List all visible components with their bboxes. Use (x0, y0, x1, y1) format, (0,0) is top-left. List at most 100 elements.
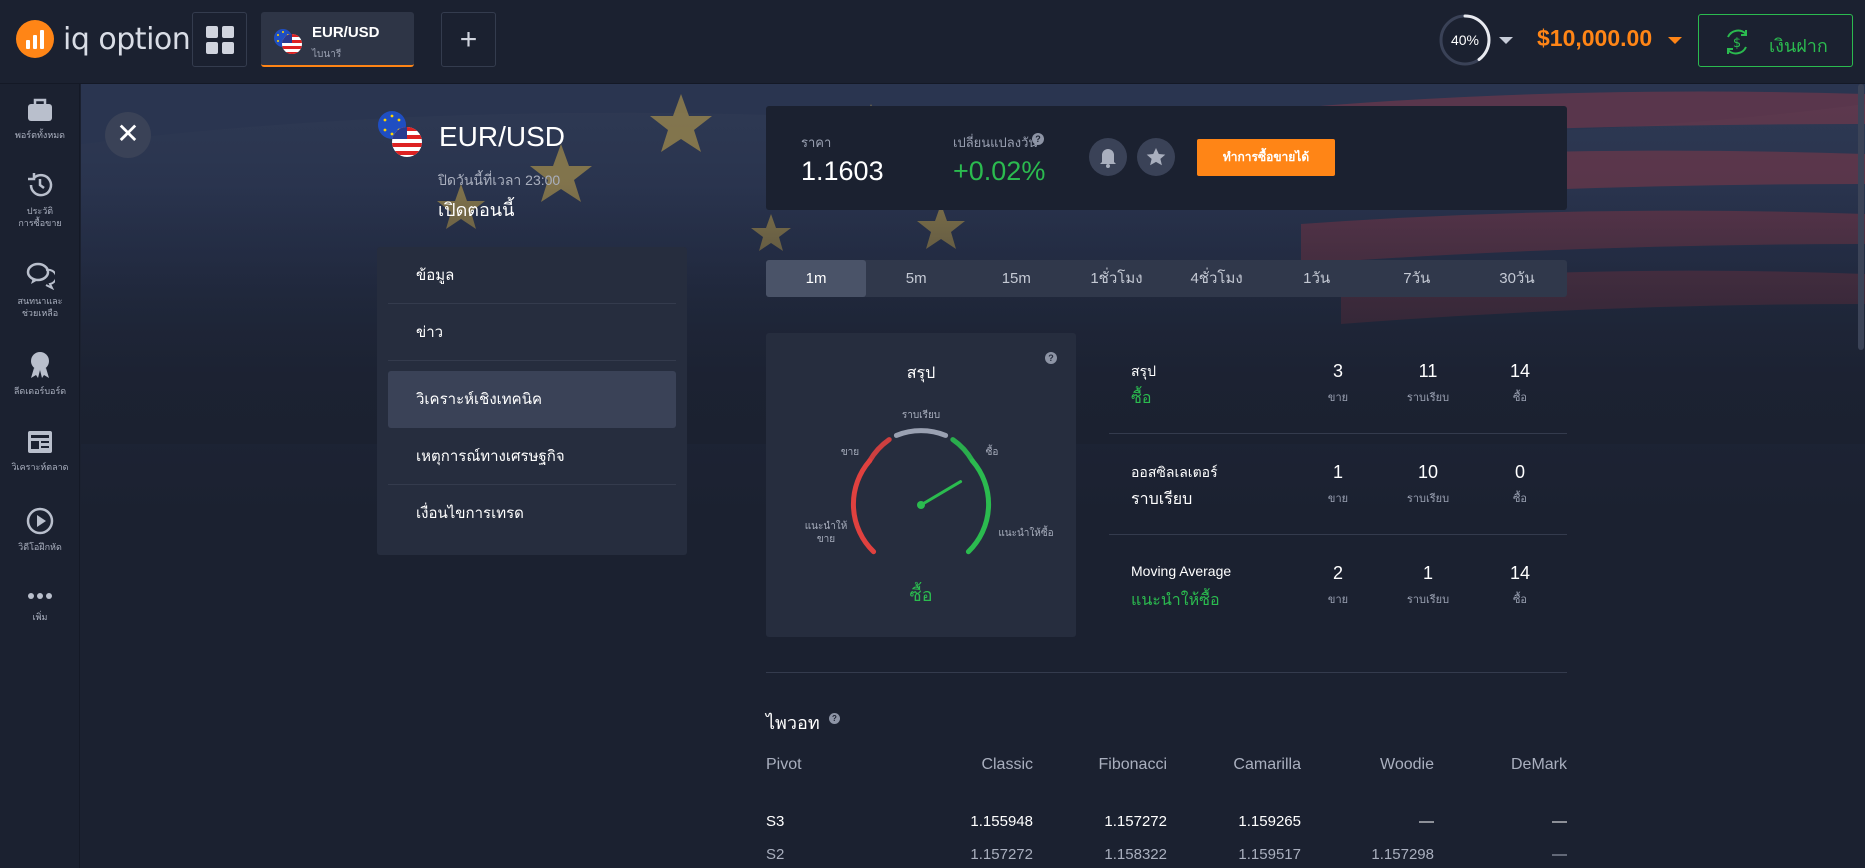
stat-row-summary: สรุป ซื้อ 3 ขาย 11 ราบเรียบ 14 ซื้อ (1109, 333, 1567, 434)
asset-close-time: ปิดวันนี้ที่เวลา 23:00 (438, 172, 561, 188)
add-asset-button[interactable]: + (441, 12, 496, 67)
menu-item-technical-analysis[interactable]: วิเคราะห์เชิงเทคนิค (388, 371, 676, 428)
level-progress[interactable]: 40% (1438, 13, 1492, 67)
deposit-button[interactable]: $ เงินฝาก (1698, 14, 1853, 67)
stat-neutral-count: 11 ราบเรียบ (1406, 361, 1450, 404)
stat-sell-count: 2 ขาย (1327, 563, 1349, 606)
sidebar-item-more[interactable]: เพิ่ม (0, 586, 80, 623)
pivot-cell: 1.157272 (1104, 813, 1167, 830)
pivot-title: ไพวอท (766, 713, 820, 733)
apps-grid-button[interactable] (192, 12, 247, 67)
stat-verdict: แนะนำให้ซื้อ (1131, 592, 1220, 609)
pivot-header: Classic (981, 756, 1033, 773)
gauge-needle-hub (917, 501, 925, 509)
gauge-label-buy: ซื้อ (985, 447, 999, 458)
stat-buy-count: 14 ซื้อ (1509, 361, 1531, 404)
tab-timeframe-4h[interactable]: 4ชั่วโมง (1167, 260, 1267, 297)
progress-label: 40% (1450, 32, 1480, 48)
star-icon (1146, 148, 1166, 166)
stat-buy-count: 14 ซื้อ (1509, 563, 1531, 606)
sidebar-item-tutorials[interactable]: วิดีโอฝึกหัด (0, 506, 80, 553)
sidebar-item-portfolio[interactable]: พอร์ตทั้งหมด (0, 96, 80, 141)
sidebar-item-label: พอร์ตทั้งหมด (14, 130, 66, 140)
sidebar-item-history[interactable]: ประวัติ การซื้อขาย (0, 170, 80, 229)
stat-name: สรุป (1131, 363, 1156, 379)
pivot-header: DeMark (1510, 756, 1567, 773)
gauge-label-neutral: ราบเรียบ (901, 410, 941, 421)
stat-buy-count: 0 ซื้อ (1512, 462, 1528, 505)
pivot-cell: 1.159517 (1238, 846, 1301, 863)
pivot-header: Camarilla (1233, 756, 1301, 773)
change-value: +0.02% (953, 156, 1046, 186)
tab-timeframe-15m[interactable]: 15m (966, 260, 1066, 297)
chat-icon (26, 262, 55, 290)
pivot-cell: — (1552, 813, 1567, 830)
left-sidebar: พอร์ตทั้งหมด ประวัติ การซื้อขาย สนทนาและ… (0, 84, 80, 868)
pivot-cell: — (1419, 813, 1434, 830)
stat-row-oscillators: ออสซิลเลเตอร์ ราบเรียบ 1 ขาย 10 ราบเรียบ 0… (1109, 434, 1567, 535)
tab-timeframe-1d[interactable]: 1วัน (1267, 260, 1367, 297)
section-divider (766, 672, 1567, 673)
briefcase-icon (28, 98, 52, 121)
menu-item-trading-conditions[interactable]: เงื่อนไขการเทรด (388, 485, 676, 542)
logo-text: iq option (63, 21, 191, 57)
menu-item-info[interactable]: ข้อมูล (388, 247, 676, 304)
top-bar: iq option EUR/USD ไบนารี + 40% $10,000.0… (0, 0, 1865, 84)
stat-sell-count: 3 ขาย (1327, 361, 1349, 404)
logo[interactable]: iq option (16, 20, 191, 58)
sidebar-item-label: วิเคราะห์ตลาด (11, 462, 69, 472)
price-panel: ราคา 1.1603 เปลี่ยนแปลงวัน ? +0.02% ทำกา… (766, 106, 1567, 210)
news-icon (28, 431, 52, 453)
pivot-cell: — (1552, 846, 1567, 863)
grid-icon (205, 25, 218, 38)
alert-button[interactable] (1089, 138, 1127, 176)
help-icon[interactable]: ? (829, 713, 840, 724)
sidebar-item-chat[interactable]: สนทนาและ ช่วยเหลือ (0, 260, 80, 319)
stat-name: Moving Average (1131, 563, 1232, 579)
pivot-cell: 1.157298 (1371, 846, 1434, 863)
asset-open-status: เปิดตอนนี้ (438, 200, 515, 220)
chevron-down-icon[interactable] (1499, 37, 1513, 44)
svg-text:$: $ (1733, 36, 1741, 51)
asset-info-menu: ข้อมูล ข่าว วิเคราะห์เชิงเทคนิค เหตุการณ… (377, 247, 687, 555)
menu-item-economic-events[interactable]: เหตุการณ์ทางเศรษฐกิจ (388, 428, 676, 485)
pivot-header: Pivot (766, 756, 802, 773)
page-scrollbar[interactable] (1858, 84, 1864, 350)
stat-verdict: ราบเรียบ (1131, 491, 1193, 508)
pivot-cell: S3 (766, 813, 785, 830)
sidebar-item-market-analysis[interactable]: วิเคราะห์ตลาด (0, 428, 80, 473)
bell-icon (1100, 149, 1116, 168)
help-icon[interactable]: ? (1032, 133, 1044, 145)
tab-timeframe-5m[interactable]: 5m (866, 260, 966, 297)
pivot-header: Fibonacci (1098, 756, 1167, 773)
gauge-needle (919, 480, 963, 507)
trade-button[interactable]: ทำการซื้อขายได้ (1197, 139, 1335, 176)
close-button[interactable]: ✕ (105, 112, 151, 158)
pivot-cell: S2 (766, 846, 785, 863)
tab-timeframe-1m[interactable]: 1m (766, 260, 867, 297)
favorite-button[interactable] (1137, 138, 1175, 176)
summary-gauge-card: สรุป ? ราบเรียบ ขาย ซื้อ แนะนำให้ ขาย แน… (766, 333, 1076, 637)
chevron-down-icon[interactable] (1668, 37, 1682, 44)
asset-tab-name: EUR/USD (312, 24, 380, 41)
gauge-result: ซื้อ (909, 585, 933, 605)
stat-row-moving-average: Moving Average แนะนำให้ซื้อ 2 ขาย 1 ราบเรี… (1109, 535, 1567, 636)
asset-title: EUR/USD (439, 121, 566, 152)
eur-usd-flag-icon (378, 111, 422, 157)
sidebar-item-leaderboard[interactable]: ลีดเดอร์บอร์ด (0, 350, 80, 397)
account-balance[interactable]: $10,000.00 (1537, 25, 1652, 52)
timeframe-tabs: 1m 5m 15m 1ชั่วโมง 4ชั่วโมง 1วัน 7วัน 30… (766, 260, 1567, 297)
pivot-cell: 1.157272 (970, 846, 1033, 863)
tab-timeframe-7d[interactable]: 7วัน (1367, 260, 1467, 297)
tab-timeframe-30d[interactable]: 30วัน (1467, 260, 1567, 297)
stat-name: ออสซิลเลเตอร์ (1131, 464, 1218, 480)
tab-timeframe-1h[interactable]: 1ชั่วโมง (1066, 260, 1166, 297)
menu-item-news[interactable]: ข่าว (388, 304, 676, 361)
gauge-label-strong-sell: แนะนำให้ ขาย (804, 521, 848, 545)
asset-tab-type: ไบนารี (312, 49, 342, 60)
pivot-cell: 1.159265 (1238, 813, 1301, 830)
asset-tab-eurusd[interactable]: EUR/USD ไบนารี (261, 12, 414, 67)
sidebar-item-label: สนทนาและ ช่วยเหลือ (17, 296, 63, 318)
sidebar-item-label: วิดีโอฝึกหัด (18, 542, 62, 552)
stat-neutral-count: 10 ราบเรียบ (1406, 462, 1450, 505)
